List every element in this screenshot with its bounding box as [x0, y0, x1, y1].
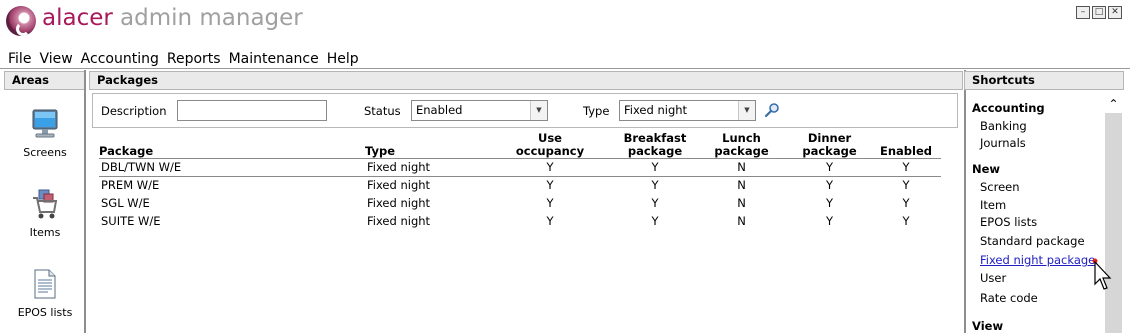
cell-dinner: Y — [825, 178, 834, 193]
window-controls: – □ ✕ — [1076, 6, 1122, 19]
shortcut-new-standard-package[interactable]: Standard package — [980, 234, 1085, 248]
menu-maintenance[interactable]: Maintenance — [229, 50, 327, 68]
area-items-label: Items — [29, 226, 61, 239]
cell-use-occupancy: Y — [546, 196, 554, 210]
shortcut-new-item[interactable]: Item — [980, 198, 1006, 212]
table-row[interactable]: SGL W/E Fixed night Y Y N Y Y — [99, 194, 941, 212]
shortcut-journals[interactable]: Journals — [980, 136, 1026, 150]
document-icon — [34, 269, 56, 299]
area-epos-lists[interactable]: EPOS lists — [4, 268, 86, 319]
areas-panel: Screens Items EPOS lists — [4, 70, 86, 333]
cell-breakfast: Y — [651, 178, 659, 193]
menu-reports[interactable]: Reports — [167, 50, 229, 68]
shortcut-new-screen[interactable]: Screen — [980, 180, 1020, 194]
cell-enabled: Y — [902, 178, 910, 193]
cell-enabled: Y — [902, 214, 910, 228]
cell-lunch: N — [737, 196, 746, 210]
column-header-dinner-package[interactable]: Dinner package — [788, 131, 871, 159]
cell-dinner: Y — [788, 158, 871, 177]
cell-enabled: Y — [871, 158, 941, 177]
scroll-up-icon[interactable]: ⌃ — [1105, 95, 1122, 113]
cell-breakfast: Y — [651, 196, 659, 210]
cell-package: SUITE W/E — [101, 214, 161, 228]
status-select-value: Enabled — [416, 103, 463, 117]
cell-lunch: N — [695, 158, 788, 177]
table-header-row: Package Type Use occupancy Breakfast packa… — [99, 131, 941, 159]
cell-package: DBL/TWN W/E — [99, 158, 365, 177]
cell-lunch: N — [737, 214, 746, 228]
cell-lunch: N — [737, 178, 746, 193]
type-label: Type — [583, 104, 610, 118]
alacer-logo-icon — [6, 6, 36, 36]
title-bar: alacer admin manager – □ ✕ — [0, 0, 1130, 44]
maximize-button[interactable]: □ — [1092, 6, 1106, 19]
column-header-package[interactable]: Package — [99, 131, 365, 159]
type-select-value: Fixed night — [624, 103, 688, 117]
monitor-icon — [32, 109, 58, 138]
column-header-type[interactable]: Type — [365, 131, 485, 159]
column-header-breakfast-package[interactable]: Breakfast package — [615, 131, 695, 159]
cell-enabled: Y — [902, 196, 910, 210]
shortcuts-scrollbar[interactable] — [1105, 95, 1122, 333]
mouse-cursor-icon — [1092, 258, 1112, 290]
shortcut-new-epos-lists[interactable]: EPOS lists — [980, 215, 1037, 229]
shortcut-new-rate-code[interactable]: Rate code — [980, 291, 1038, 305]
table-row[interactable]: PREM W/E Fixed night Y Y N Y Y — [99, 176, 941, 194]
cell-type: Fixed night — [365, 158, 485, 177]
cell-type: Fixed night — [367, 214, 431, 228]
type-select[interactable]: Fixed night ▼ — [619, 100, 756, 121]
area-epos-lists-label: EPOS lists — [17, 306, 73, 319]
packages-table: Package Type Use occupancy Breakfast packa… — [99, 131, 941, 230]
shortcut-group-accounting: Accounting — [972, 101, 1045, 115]
cell-type: Fixed night — [367, 196, 431, 210]
cart-icon — [33, 189, 58, 219]
search-icon[interactable] — [764, 102, 780, 118]
area-items[interactable]: Items — [4, 188, 86, 239]
menu-bar: File View Accounting Reports Maintenance… — [0, 50, 367, 68]
description-label: Description — [101, 104, 167, 118]
packages-header: Packages — [89, 71, 963, 90]
cell-use-occupancy: Y — [546, 214, 554, 228]
status-label: Status — [364, 104, 401, 118]
cell-package: PREM W/E — [101, 178, 160, 193]
cell-use-occupancy: Y — [485, 158, 615, 177]
minimize-button[interactable]: – — [1076, 6, 1090, 19]
table-row[interactable]: DBL/TWN W/E Fixed night Y Y N Y Y — [99, 158, 941, 177]
cell-dinner: Y — [825, 196, 834, 210]
shortcut-group-view: View — [972, 319, 1004, 333]
description-input[interactable] — [177, 100, 327, 121]
chevron-down-icon[interactable]: ▼ — [738, 101, 755, 120]
cell-use-occupancy: Y — [546, 178, 554, 193]
cell-package: SGL W/E — [101, 196, 150, 210]
menu-file[interactable]: File — [0, 50, 39, 68]
column-header-lunch-package[interactable]: Lunch package — [695, 131, 788, 159]
menu-view[interactable]: View — [39, 50, 80, 68]
column-header-enabled[interactable]: Enabled — [871, 131, 941, 159]
area-screens-label: Screens — [23, 146, 67, 159]
cell-dinner: Y — [825, 214, 834, 228]
app-brand: alacer — [42, 5, 113, 31]
menu-divider — [0, 68, 1130, 69]
menu-help[interactable]: Help — [327, 50, 367, 68]
column-header-use-occupancy[interactable]: Use occupancy — [485, 131, 615, 159]
shortcut-banking[interactable]: Banking — [980, 119, 1027, 133]
close-button[interactable]: ✕ — [1108, 6, 1122, 19]
cell-type: Fixed night — [367, 178, 431, 193]
chevron-down-icon[interactable]: ▼ — [530, 101, 547, 120]
table-row[interactable]: SUITE W/E Fixed night Y Y N Y Y — [99, 212, 941, 230]
status-select[interactable]: Enabled ▼ — [411, 100, 548, 121]
cell-breakfast: Y — [651, 214, 659, 228]
area-screens[interactable]: Screens — [4, 108, 86, 159]
app-title: admin manager — [120, 5, 303, 31]
menu-accounting[interactable]: Accounting — [81, 50, 167, 68]
shortcut-new-fixed-night-package[interactable]: Fixed night package — [980, 253, 1095, 267]
shortcut-new-user[interactable]: User — [980, 271, 1006, 285]
shortcut-group-new: New — [972, 162, 1001, 176]
cell-breakfast: Y — [615, 158, 695, 177]
shortcuts-header: Shortcuts — [964, 71, 1124, 90]
